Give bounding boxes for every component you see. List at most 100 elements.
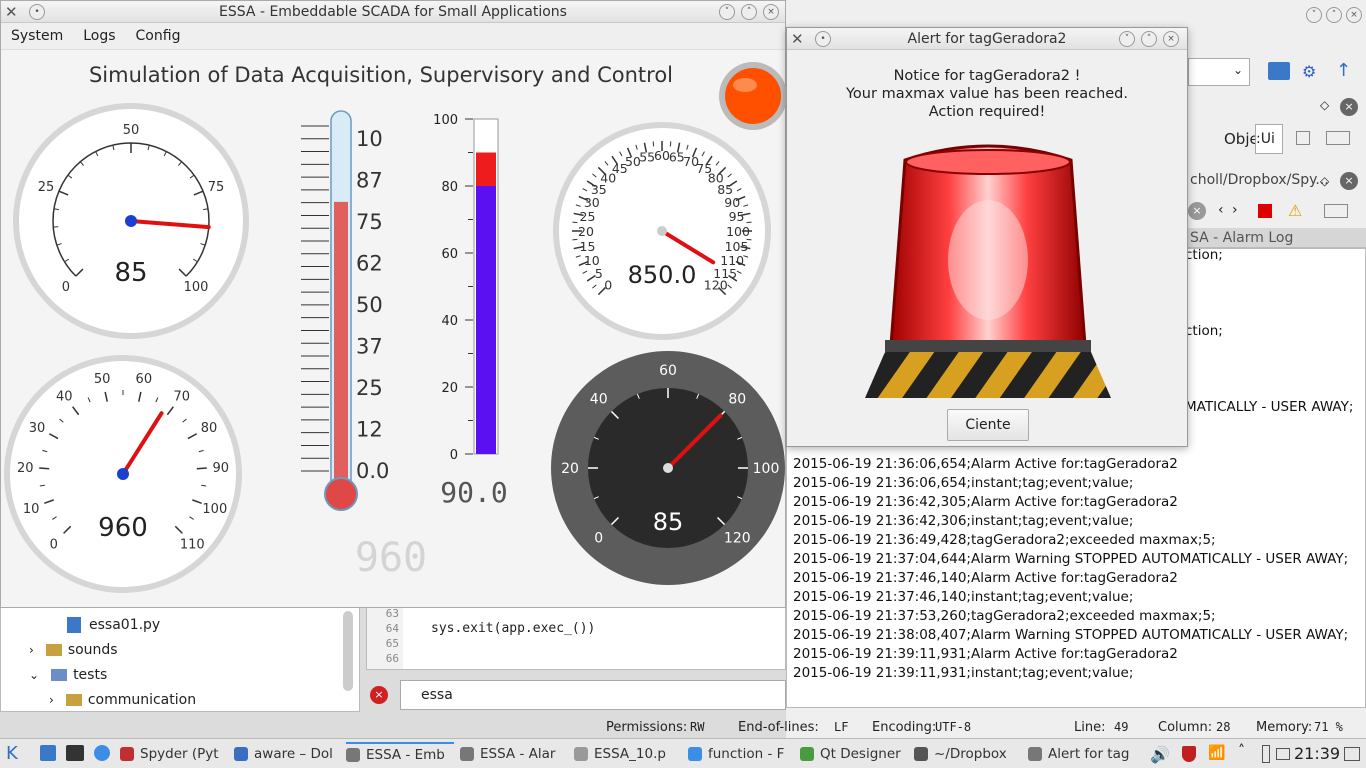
- tree-item[interactable]: › sounds: [29, 642, 118, 658]
- log-line: 2015-06-19 21:38:08,407;Alarm Warning ST…: [793, 627, 1349, 643]
- chevron-down-icon: ⌄: [1232, 63, 1243, 77]
- spyder-window-controls[interactable]: ˅ ˄ ×: [1306, 4, 1364, 23]
- log-line: 2015-06-19 21:37:53,260;tagGeradora2;exc…: [793, 608, 1216, 624]
- tree-item[interactable]: › communication: [49, 692, 196, 708]
- taskbar-item[interactable]: Qt Designer: [800, 742, 908, 766]
- minimize-icon[interactable]: ˅: [1119, 31, 1135, 47]
- menu-config[interactable]: Config: [126, 28, 191, 44]
- thermometer-label: 12: [356, 418, 383, 442]
- eol-value: LF: [834, 720, 849, 734]
- maximize-icon[interactable]: ˄: [1326, 7, 1342, 23]
- taskbar-item[interactable]: aware – Dol: [234, 742, 342, 766]
- maximize-icon[interactable]: ˄: [1141, 31, 1157, 47]
- arrow-up-icon[interactable]: ↑: [1336, 60, 1351, 81]
- warning-icon[interactable]: ⚠: [1288, 201, 1302, 220]
- bar-label: 100: [433, 113, 458, 128]
- maximize-icon[interactable]: ˄: [741, 4, 757, 20]
- gauge-tick-label: 20: [578, 224, 594, 239]
- gauge-tick-label: 20: [17, 461, 34, 476]
- close-find-icon[interactable]: ×: [370, 686, 388, 704]
- close-icon[interactable]: ×: [1346, 7, 1362, 23]
- chevron-right-icon[interactable]: ›: [49, 693, 54, 707]
- chevron-up-icon[interactable]: ˄: [1238, 743, 1245, 759]
- gauge-tick-label: 60: [136, 372, 153, 387]
- log-line: 2015-06-19 21:37:46,140;Alarm Active for…: [793, 570, 1178, 586]
- thermometer-label: 25: [356, 376, 383, 400]
- volume-icon[interactable]: 🔊: [1150, 745, 1170, 764]
- taskbar-item[interactable]: ESSA - Alar: [460, 742, 568, 766]
- chevron-down-icon[interactable]: ⌄: [29, 668, 39, 682]
- gauge-hub: [657, 226, 667, 236]
- gauge-tick-label: 25: [580, 209, 596, 224]
- menu-system[interactable]: System: [1, 28, 73, 44]
- diamond-icon[interactable]: ◇: [1320, 98, 1329, 112]
- display-icon[interactable]: [1276, 748, 1290, 760]
- tab-alarm-log[interactable]: SA - Alarm Log: [1186, 228, 1366, 248]
- code-editor[interactable]: 63 64 65 66 sys.exit(app.exec_()): [366, 606, 786, 670]
- diamond-icon[interactable]: ◇: [1320, 174, 1329, 188]
- minimize-icon[interactable]: ˅: [1306, 7, 1322, 23]
- tree-item[interactable]: essa01.py: [67, 617, 160, 633]
- taskbar-item[interactable]: Spyder (Pyt: [120, 742, 228, 766]
- taskbar-item-label: Spyder (Pyt: [140, 746, 219, 762]
- app-icon: [1028, 747, 1042, 761]
- path-label: choll/Dropbox/Spy...: [1190, 172, 1329, 188]
- gauge-tick-label: 25: [38, 180, 55, 195]
- resize-grip[interactable]: [781, 597, 787, 607]
- taskbar-item[interactable]: Alert for tag: [1028, 742, 1138, 766]
- wifi-icon[interactable]: 📶: [1208, 745, 1225, 761]
- lcd-readout: 960: [355, 535, 427, 581]
- object-input[interactable]: :Ui: [1255, 124, 1283, 154]
- close-icon[interactable]: ×: [1340, 98, 1358, 116]
- log-partial: ction;: [1185, 247, 1223, 263]
- perm-label: Permissions:: [606, 720, 688, 735]
- scrollbar[interactable]: [343, 611, 353, 691]
- search-input[interactable]: essa: [400, 680, 786, 710]
- terminal-icon[interactable]: [66, 745, 84, 761]
- combo-box[interactable]: ⌄: [1188, 58, 1250, 86]
- thermometer-label: 62: [356, 252, 383, 276]
- gauge-tick-label: 0: [62, 280, 70, 295]
- chevron-left-icon[interactable]: ‹: [1218, 202, 1224, 218]
- gauge-tick-label: 105: [725, 239, 749, 254]
- taskbar-item[interactable]: ESSA - Emb: [346, 742, 454, 766]
- taskbar-item[interactable]: ESSA_10.p: [574, 742, 682, 766]
- stop-icon[interactable]: [1258, 204, 1272, 218]
- tree-item[interactable]: ⌄ tests: [29, 667, 107, 683]
- browser-icon[interactable]: [94, 745, 110, 761]
- shield-icon[interactable]: [1182, 746, 1196, 762]
- taskbar-item[interactable]: ~/Dropbox: [914, 742, 1022, 766]
- chevron-right-icon[interactable]: ›: [1232, 202, 1238, 218]
- close-icon[interactable]: ×: [1163, 31, 1179, 47]
- start-menu-icon[interactable]: K: [6, 743, 18, 764]
- taskbar-item-label: Alert for tag: [1048, 746, 1130, 762]
- show-desktop-icon[interactable]: [1344, 747, 1360, 761]
- save-icon[interactable]: [1296, 131, 1310, 145]
- folder-icon[interactable]: [1268, 62, 1290, 80]
- log-line: 2015-06-19 21:36:49,428;tagGeradora2;exc…: [793, 532, 1216, 548]
- minimize-icon[interactable]: ˅: [719, 4, 735, 20]
- clock[interactable]: 21:39: [1294, 744, 1340, 763]
- menu-logs[interactable]: Logs: [73, 28, 125, 44]
- acknowledge-button[interactable]: Ciente: [947, 409, 1029, 441]
- app-icon: [574, 747, 588, 761]
- chevron-right-icon[interactable]: ›: [29, 643, 34, 657]
- python-icon[interactable]: ⚙: [1302, 62, 1316, 81]
- scada-panel: 02550751008501020304050 60708090100110960…: [4, 62, 787, 593]
- project-tree[interactable]: essa01.py › sounds ⌄ tests › communication: [0, 606, 360, 712]
- gauge-tick-label: 100: [726, 224, 750, 239]
- file-manager-icon[interactable]: [40, 745, 56, 761]
- options-icon[interactable]: [1326, 131, 1350, 145]
- status-bar: Permissions: RW End-of-lines: LF Encodin…: [0, 716, 1366, 738]
- gauge-tick-label: 55: [639, 149, 655, 164]
- battery-icon[interactable]: [1262, 745, 1270, 763]
- close-icon[interactable]: ×: [1340, 172, 1358, 190]
- options-icon[interactable]: [1324, 204, 1348, 218]
- taskbar-item[interactable]: function - F: [688, 742, 796, 766]
- gauge-tick-label: 40: [590, 392, 608, 408]
- close-icon[interactable]: ×: [763, 4, 779, 20]
- clear-icon[interactable]: ×: [1188, 202, 1206, 220]
- thermometer-bulb: [324, 477, 358, 511]
- thermometer-label: 50: [356, 293, 383, 317]
- folder-icon: [51, 669, 68, 681]
